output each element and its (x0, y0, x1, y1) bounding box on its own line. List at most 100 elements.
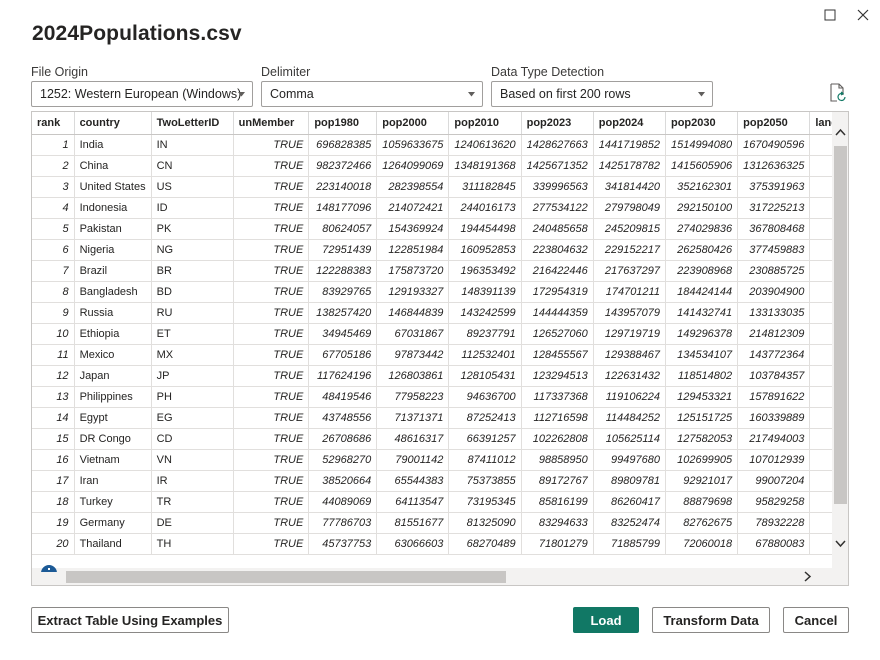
table-cell: 103784357 (737, 365, 811, 387)
table-cell: Vietnam (74, 449, 152, 471)
table-cell: TRUE (233, 344, 310, 366)
column-header[interactable]: pop2000 (376, 112, 450, 135)
scroll-down-icon[interactable] (835, 540, 846, 548)
column-header[interactable]: country (74, 112, 152, 135)
horizontal-scrollbar[interactable] (32, 568, 848, 585)
table-cell: 377459883 (737, 239, 811, 261)
table-cell: 127582053 (665, 428, 739, 450)
close-button[interactable] (854, 6, 872, 24)
column-header[interactable]: pop2010 (448, 112, 522, 135)
table-cell: 1 (32, 134, 75, 156)
column-header[interactable]: rank (32, 112, 75, 135)
column-header[interactable]: pop2024 (593, 112, 666, 135)
maximize-button[interactable] (821, 6, 839, 24)
table-cell: 1348191368 (448, 155, 522, 177)
chevron-down-icon (238, 92, 245, 97)
table-cell: DR Congo (74, 428, 152, 450)
column-header[interactable]: pop2050 (737, 112, 811, 135)
column-header[interactable]: pop2023 (521, 112, 594, 135)
table-row: 13 Philippines PH TRUE 48419546 77958223 94636… (32, 386, 848, 408)
vertical-scroll-thumb[interactable] (834, 146, 847, 504)
table-cell: 1670490596 (737, 134, 811, 156)
table-cell: TRUE (233, 533, 310, 555)
table-row: 20 Thailand TH TRUE 45737753 63066603 68270489… (32, 533, 848, 555)
table-row: 12 Japan JP TRUE 117624196 126803861 128105431… (32, 365, 848, 387)
data-preview-grid[interactable]: rank country TwoLetterID unMember pop198… (31, 111, 849, 586)
table-cell: 17 (32, 470, 75, 492)
table-cell: 214812309 (737, 323, 811, 345)
table-cell: 85816199 (521, 491, 594, 513)
table-cell: 78932228 (737, 512, 811, 534)
table-cell: CN (151, 155, 234, 177)
table-cell: 92921017 (665, 470, 739, 492)
table-cell: 160339889 (737, 407, 811, 429)
table-cell: ID (151, 197, 234, 219)
table-cell: 65544383 (376, 470, 450, 492)
scroll-right-icon[interactable] (804, 571, 812, 582)
table-cell: 160952853 (448, 239, 522, 261)
data-type-detection-dropdown[interactable]: Based on first 200 rows (491, 81, 713, 107)
table-cell: 89237791 (448, 323, 522, 345)
table-cell: 277534122 (521, 197, 594, 219)
table-row: 4 Indonesia ID TRUE 148177096 214072421 244016… (32, 197, 848, 219)
table-cell: 148177096 (308, 197, 378, 219)
scroll-up-icon[interactable] (835, 128, 846, 136)
table-cell: 352162301 (665, 176, 739, 198)
table-cell: 48419546 (308, 386, 378, 408)
transform-data-button[interactable]: Transform Data (652, 607, 770, 633)
table-cell: 73195345 (448, 491, 522, 513)
delimiter-dropdown[interactable]: Comma (261, 81, 483, 107)
column-header[interactable]: pop1980 (308, 112, 378, 135)
table-cell: 157891622 (737, 386, 811, 408)
table-header-row: rank country TwoLetterID unMember pop198… (32, 112, 848, 135)
table-cell: TRUE (233, 155, 310, 177)
table-cell: 99497680 (593, 449, 666, 471)
table-cell: 9 (32, 302, 75, 324)
column-header[interactable]: pop2030 (665, 112, 739, 135)
table-cell: 83252474 (593, 512, 666, 534)
table-cell: 43748556 (308, 407, 378, 429)
file-origin-dropdown[interactable]: 1252: Western European (Windows) (31, 81, 253, 107)
table-cell: 102262808 (521, 428, 594, 450)
table-cell: 16 (32, 449, 75, 471)
table-cell: India (74, 134, 152, 156)
table-cell: 1312636325 (737, 155, 811, 177)
table-cell: Thailand (74, 533, 152, 555)
table-cell: 83929765 (308, 281, 378, 303)
table-row: 8 Bangladesh BD TRUE 83929765 129193327 148391… (32, 281, 848, 303)
column-header[interactable]: TwoLetterID (151, 112, 234, 135)
column-header[interactable]: unMember (233, 112, 310, 135)
vertical-scrollbar[interactable] (832, 112, 848, 568)
refresh-preview-button[interactable] (829, 83, 847, 103)
table-cell: 82762675 (665, 512, 739, 534)
table-cell: 194454498 (448, 218, 522, 240)
table-cell: 196353492 (448, 260, 522, 282)
table-cell: 107012939 (737, 449, 811, 471)
delimiter-value: Comma (270, 87, 314, 101)
extract-table-button[interactable]: Extract Table Using Examples (31, 607, 229, 633)
table-row: 11 Mexico MX TRUE 67705186 97873442 112532401 1… (32, 344, 848, 366)
table-cell: TRUE (233, 281, 310, 303)
load-button[interactable]: Load (573, 607, 639, 633)
table-cell: 240485658 (521, 218, 594, 240)
table-cell: 72060018 (665, 533, 739, 555)
table-cell: 98858950 (521, 449, 594, 471)
table-cell: 144444359 (521, 302, 594, 324)
table-cell: 375391963 (737, 176, 811, 198)
table-cell: 214072421 (376, 197, 450, 219)
table-row: 19 Germany DE TRUE 77786703 81551677 81325090 8… (32, 512, 848, 534)
table-cell: IR (151, 470, 234, 492)
chevron-down-icon (468, 92, 475, 97)
horizontal-scroll-thumb[interactable] (66, 571, 506, 583)
table-cell: 138257420 (308, 302, 378, 324)
table-row: 3 United States US TRUE 223140018 282398554 31… (32, 176, 848, 198)
table-cell: 317225213 (737, 197, 811, 219)
table-cell: 282398554 (376, 176, 450, 198)
table-cell: 217494003 (737, 428, 811, 450)
table-cell: Nigeria (74, 239, 152, 261)
cancel-button[interactable]: Cancel (783, 607, 849, 633)
table-cell: 117337368 (521, 386, 594, 408)
table-cell: TR (151, 491, 234, 513)
table-cell: 89172767 (521, 470, 594, 492)
table-cell: 1428627663 (521, 134, 594, 156)
